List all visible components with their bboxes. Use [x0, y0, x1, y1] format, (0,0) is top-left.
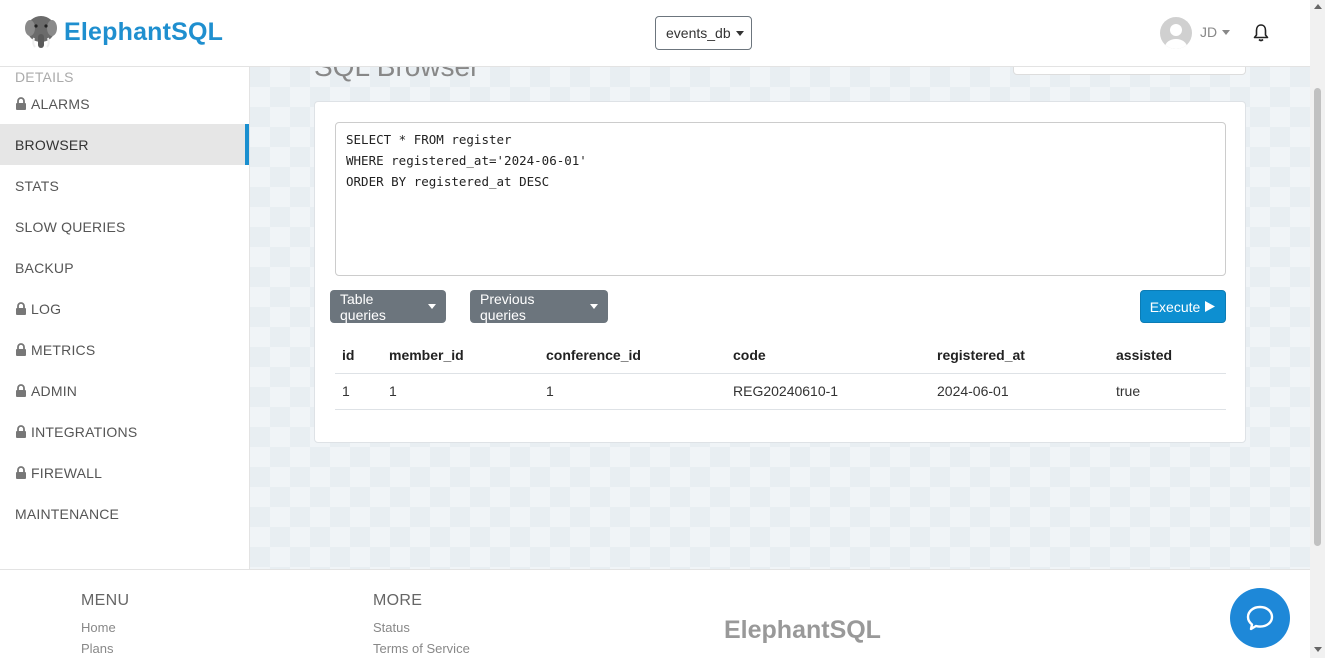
table-header-row: id member_id conference_id code registered_a…: [335, 337, 1226, 374]
elephant-logo-icon: [25, 16, 57, 48]
user-initials: JD: [1200, 24, 1218, 40]
table-row: 1 1 1 REG20240610-1 2024-06-01 true: [335, 373, 1226, 410]
execute-label: Execute: [1149, 298, 1201, 315]
user-menu-toggle[interactable]: JD: [1200, 24, 1231, 40]
lock-icon: [16, 97, 26, 110]
sidebar-item-admin[interactable]: ADMIN: [0, 370, 249, 411]
column-header-registered-at: registered_at: [930, 337, 1109, 374]
search-input[interactable]: [1013, 67, 1246, 75]
page-scrollbar[interactable]: [1310, 0, 1325, 658]
chevron-down-icon: [735, 30, 744, 36]
main-content: SQL Browser SELECT * FROM register WHERE…: [250, 67, 1310, 569]
sidebar-item-alarms[interactable]: ALARMS: [0, 83, 249, 124]
top-header: ElephantSQL events_db JD: [0, 0, 1310, 67]
sidebar-item-label: LOG: [31, 300, 62, 317]
sidebar-item-metrics[interactable]: METRICS: [0, 329, 249, 370]
table-queries-button[interactable]: Table queries: [330, 290, 446, 323]
brand-name: ElephantSQL: [64, 17, 224, 46]
user-avatar-icon: [1165, 24, 1187, 49]
footer-link-home[interactable]: Home: [81, 620, 116, 635]
bell-icon[interactable]: [1253, 24, 1269, 42]
previous-queries-button[interactable]: Previous queries: [470, 290, 608, 323]
table-cell: 1: [539, 373, 726, 410]
sidebar-item-label: BROWSER: [15, 136, 89, 153]
sidebar-item-label: METRICS: [31, 341, 96, 358]
table-cell: REG20240610-1: [726, 373, 930, 410]
sidebar-item-label: ADMIN: [31, 382, 78, 399]
chat-support-button[interactable]: [1230, 588, 1290, 648]
results-table: id member_id conference_id code registered_a…: [335, 337, 1226, 410]
table-cell: 1: [382, 373, 539, 410]
column-header-assisted: assisted: [1109, 337, 1226, 374]
sql-browser-card: SELECT * FROM register WHERE registered_…: [314, 101, 1246, 443]
chevron-down-icon: [1222, 29, 1231, 35]
scrollbar-thumb[interactable]: [1314, 88, 1321, 546]
database-selector[interactable]: events_db: [655, 16, 752, 50]
sidebar-item-stats[interactable]: STATS: [0, 165, 249, 206]
footer-menu-heading: MENU: [81, 592, 130, 609]
lock-icon: [16, 466, 26, 479]
chevron-down-icon: [428, 304, 436, 309]
table-cell: true: [1109, 373, 1226, 410]
footer-brand: ElephantSQL: [724, 616, 881, 644]
sidebar-item-integrations[interactable]: INTEGRATIONS: [0, 411, 249, 452]
sidebar-item-browser[interactable]: BROWSER: [0, 124, 249, 165]
sidebar: DETAILS ALARMS BROWSER STATS SLOW QUERIES BA…: [0, 67, 250, 569]
lock-icon: [16, 384, 26, 397]
column-header-code: code: [726, 337, 930, 374]
sidebar-item-firewall[interactable]: FIREWALL: [0, 452, 249, 493]
avatar[interactable]: [1160, 17, 1192, 49]
lock-icon: [16, 425, 26, 438]
footer-link-terms[interactable]: Terms of Service: [373, 641, 470, 656]
sidebar-item-label: MAINTENANCE: [15, 505, 120, 522]
footer-more-heading: MORE: [373, 592, 423, 609]
brand-logo[interactable]: ElephantSQL: [24, 14, 223, 50]
sidebar-item-backup[interactable]: BACKUP: [0, 247, 249, 288]
table-cell: 1: [335, 373, 382, 410]
chevron-down-icon: [590, 304, 598, 309]
sidebar-item-label: STATS: [15, 177, 60, 194]
execute-button[interactable]: Execute: [1140, 290, 1226, 323]
table-queries-label: Table queries: [340, 290, 386, 323]
footer-link-status[interactable]: Status: [373, 620, 410, 635]
play-icon: [1205, 301, 1216, 312]
chat-bubble-icon: [1246, 605, 1274, 631]
page-title: SQL Browser: [314, 67, 479, 83]
column-header-member-id: member_id: [382, 337, 539, 374]
scroll-down-icon[interactable]: [1314, 647, 1322, 652]
sidebar-item-log[interactable]: LOG: [0, 288, 249, 329]
footer: MENU Home Plans MORE Status Terms of Ser…: [0, 569, 1310, 658]
sidebar-item-slow-queries[interactable]: SLOW QUERIES: [0, 206, 249, 247]
sidebar-item-label: BACKUP: [15, 259, 74, 276]
sql-query-editor[interactable]: SELECT * FROM register WHERE registered_…: [335, 122, 1226, 276]
column-header-id: id: [335, 337, 382, 374]
sidebar-item-label: SLOW QUERIES: [15, 218, 126, 235]
table-cell: 2024-06-01: [930, 373, 1109, 410]
lock-icon: [16, 343, 26, 356]
sidebar-item-label: ALARMS: [31, 95, 90, 112]
sidebar-item-label: INTEGRATIONS: [31, 423, 138, 440]
sidebar-item-label: FIREWALL: [31, 464, 103, 481]
lock-icon: [16, 302, 26, 315]
footer-link-plans[interactable]: Plans: [81, 641, 114, 656]
scroll-up-icon[interactable]: [1314, 4, 1322, 9]
previous-queries-label: Previous queries: [480, 290, 535, 323]
database-selector-value: events_db: [666, 25, 731, 41]
column-header-conference-id: conference_id: [539, 337, 726, 374]
sidebar-item-maintenance[interactable]: MAINTENANCE: [0, 493, 249, 534]
